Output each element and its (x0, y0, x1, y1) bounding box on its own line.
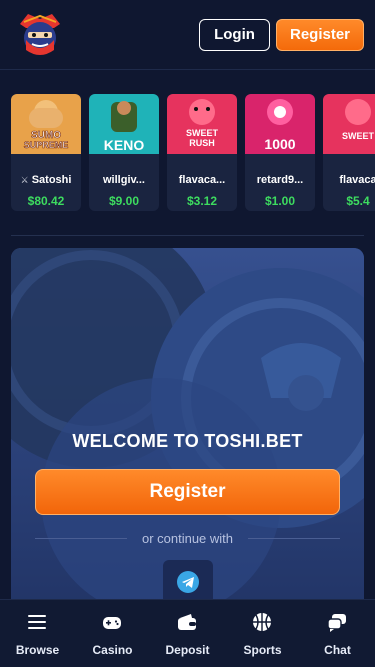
game-thumbnail: 1000 (245, 94, 315, 154)
bottom-navigation: Browse Casino Deposit Sports Chat (0, 599, 375, 667)
win-card[interactable]: SUMO SUPREME ⚔ Satoshi $80.42 (11, 94, 81, 211)
nav-browse[interactable]: Browse (0, 600, 75, 667)
samurai-logo-icon[interactable] (14, 10, 66, 58)
nav-deposit[interactable]: Deposit (150, 600, 225, 667)
welcome-title: WELCOME TO TOSHI.BET (72, 431, 303, 451)
nav-label: Chat (324, 643, 351, 657)
win-amount: $1.00 (264, 194, 296, 208)
win-card[interactable]: 1000 retard9... $1.00 (245, 94, 315, 211)
or-continue-text: or continue with (141, 531, 234, 546)
win-card[interactable]: SWEET RUSH flavaca... $3.12 (167, 94, 237, 211)
recent-wins-strip[interactable]: SUMO SUPREME ⚔ Satoshi $80.42 KENO willg… (0, 86, 375, 216)
welcome-panel: WELCOME TO TOSHI.BET Register or continu… (11, 248, 364, 608)
winner-username: willgiv... (103, 174, 145, 186)
game-art-text: 1000 (264, 136, 295, 152)
incognito-icon: ⚔ (20, 175, 29, 185)
winner-username: flavaca (339, 174, 375, 186)
winner-username: ⚔ Satoshi (20, 174, 72, 186)
poker-chips-background (11, 248, 364, 608)
win-card[interactable]: KENO willgiv... $9.00 (89, 94, 159, 211)
top-header: Login Register (0, 0, 375, 70)
section-divider (11, 235, 364, 236)
nav-casino[interactable]: Casino (75, 600, 150, 667)
app-root: Login Register SUMO SUPREME ⚔ Satoshi $8… (0, 0, 375, 667)
nav-label: Deposit (165, 643, 210, 657)
nav-label: Sports (243, 643, 282, 657)
chat-icon (327, 614, 346, 632)
telegram-icon (177, 571, 199, 593)
menu-icon (28, 615, 46, 629)
game-art-text-2: SUPREME (24, 140, 69, 150)
wallet-icon (178, 614, 196, 630)
basketball-icon (253, 613, 271, 631)
win-amount: $80.42 (27, 194, 65, 208)
nav-chat[interactable]: Chat (300, 600, 375, 667)
winner-username: flavaca... (178, 174, 226, 186)
game-art-text: KENO (104, 137, 145, 153)
win-amount: $9.00 (108, 194, 140, 208)
game-art-text: SWEET (342, 131, 375, 141)
game-thumbnail: SWEET RUSH (167, 94, 237, 154)
register-button-main[interactable]: Register (35, 469, 340, 515)
game-art-text-2: RUSH (189, 138, 215, 148)
game-thumbnail: SWEET (323, 94, 375, 154)
win-amount: $5.4 (346, 194, 370, 208)
nav-label: Browse (15, 643, 60, 657)
nav-label: Casino (92, 643, 133, 657)
login-button[interactable]: Login (199, 19, 270, 51)
register-button-header[interactable]: Register (276, 19, 364, 51)
winner-username: retard9... (256, 174, 304, 186)
game-thumbnail: SUMO SUPREME (11, 94, 81, 154)
game-art-text-1: SWEET (186, 128, 219, 138)
win-amount: $3.12 (186, 194, 218, 208)
win-card[interactable]: SWEET flavaca $5.4 (323, 94, 375, 211)
nav-sports[interactable]: Sports (225, 600, 300, 667)
game-thumbnail: KENO (89, 94, 159, 154)
gamepad-icon (103, 617, 121, 629)
telegram-login-button[interactable] (163, 560, 213, 604)
